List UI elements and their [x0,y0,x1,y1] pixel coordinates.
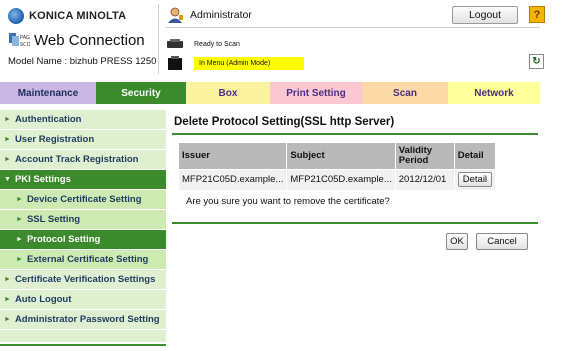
arrow-right-icon: ► [16,216,23,223]
refresh-button[interactable]: ↻ [529,54,544,69]
user-name: Administrator [190,9,252,21]
sidebar-item-external-certificate[interactable]: ► External Certificate Setting [0,250,166,270]
column-header-detail: Detail [454,143,496,169]
arrow-right-icon: ► [16,256,23,263]
table-header-row: Issuer Subject Validity Period Detail [179,143,496,169]
brand-text: KONICA MINOLTA [29,10,127,22]
page-title: Delete Protocol Setting(SSL http Server) [174,116,395,128]
arrow-right-icon: ► [16,236,23,243]
cell-validity: 2012/12/01 [395,169,454,190]
pagescope-icon: PAGE SCOPE [9,33,30,48]
status-ready-text: Ready to Scan [194,40,240,48]
administrator-icon [168,7,183,23]
sidebar-item-user-registration[interactable]: ► User Registration [0,130,166,150]
sidebar-item-device-certificate[interactable]: ► Device Certificate Setting [0,190,166,210]
sidebar-item-protocol-setting[interactable]: ► Protocol Setting [0,230,166,250]
cell-issuer: MFP21C05D.example... [179,169,287,190]
product-name: Web Connection [34,31,145,49]
sidebar-item-label: SSL Setting [26,214,81,225]
globe-icon [8,8,24,24]
cancel-button[interactable]: Cancel [476,233,528,250]
sidebar-item-ssl-setting[interactable]: ► SSL Setting [0,210,166,230]
sidebar-item-label: PKI Settings [14,174,71,185]
detail-button[interactable]: Detail [457,172,493,188]
sidebar-item-label: User Registration [14,134,95,145]
certificate-table: Issuer Subject Validity Period Detail MF… [178,142,497,191]
column-header-subject: Subject [287,143,395,169]
sidebar-item-label: Account Track Registration [14,154,139,165]
sidebar-item-auto-logout[interactable]: ► Auto Logout [0,290,166,310]
sidebar-item-label: Authentication [14,114,82,125]
arrow-right-icon: ► [4,316,11,323]
table-row: MFP21C05D.example... MFP21C05D.example..… [179,169,496,190]
bottom-rule [172,222,538,224]
arrow-right-icon: ► [16,196,23,203]
sidebar-item-authentication[interactable]: ► Authentication [0,110,166,130]
header-rule [166,27,540,28]
tab-box[interactable]: Box [186,82,270,104]
printer-icon [167,39,183,48]
refresh-icon: ↻ [532,56,541,67]
sidebar: ► Authentication ► User Registration ► A… [0,110,166,351]
tab-security[interactable]: Security [96,82,186,104]
arrow-right-icon: ► [4,156,11,163]
sidebar-item-label: Protocol Setting [26,234,101,245]
status-mode-bar: In Menu (Admin Mode) [194,56,304,70]
sidebar-item-label: External Certificate Setting [26,254,149,265]
arrow-right-icon: ► [4,276,11,283]
sidebar-item-label: Auto Logout [14,294,72,305]
arrow-right-icon: ► [4,136,11,143]
konica-minolta-logo: KONICA MINOLTA [8,8,126,24]
main-tabs: Maintenance Security Box Print Setting S… [0,82,540,104]
admin-mode-icon [168,56,182,70]
tab-print-setting[interactable]: Print Setting [270,82,362,104]
arrow-right-icon: ► [4,116,11,123]
sidebar-item-account-track[interactable]: ► Account Track Registration [0,150,166,170]
arrow-down-icon: ▼ [4,176,11,183]
cell-detail: Detail [454,169,496,190]
sidebar-item-label: Administrator Password Setting [14,314,160,325]
header-divider [158,4,159,74]
user-info: Administrator [166,7,252,23]
arrow-right-icon: ► [4,296,11,303]
svg-text:PAGE: PAGE [20,35,30,41]
svg-text:SCOPE: SCOPE [20,42,30,48]
column-header-validity: Validity Period [395,143,454,169]
sidebar-item-certificate-verification[interactable]: ► Certificate Verification Settings [0,270,166,290]
device-status: Ready to Scan [166,38,240,50]
sidebar-item-pki-settings[interactable]: ▼ PKI Settings [0,170,166,190]
title-rule [172,133,538,135]
cell-subject: MFP21C05D.example... [287,169,395,190]
sidebar-item-label: Certificate Verification Settings [14,274,156,285]
model-name: Model Name : bizhub PRESS 1250 [8,56,157,67]
tab-maintenance[interactable]: Maintenance [0,82,96,104]
sidebar-item-admin-password[interactable]: ► Administrator Password Setting [0,310,166,330]
confirm-message: Are you sure you want to remove the cert… [186,196,390,207]
sidebar-bottom-rule [0,344,166,346]
column-header-issuer: Issuer [179,143,287,169]
help-button[interactable]: ? [529,6,545,23]
sidebar-item-label: Device Certificate Setting [26,194,142,205]
logout-button[interactable]: Logout [452,6,518,24]
sidebar-spacer [0,330,166,342]
tab-scan[interactable]: Scan [362,82,448,104]
ok-button[interactable]: OK [446,233,468,250]
tab-network[interactable]: Network [448,82,540,104]
web-connection-logo: PAGE SCOPE Web Connection [8,31,145,49]
mode-status: In Menu (Admin Mode) [166,55,304,71]
